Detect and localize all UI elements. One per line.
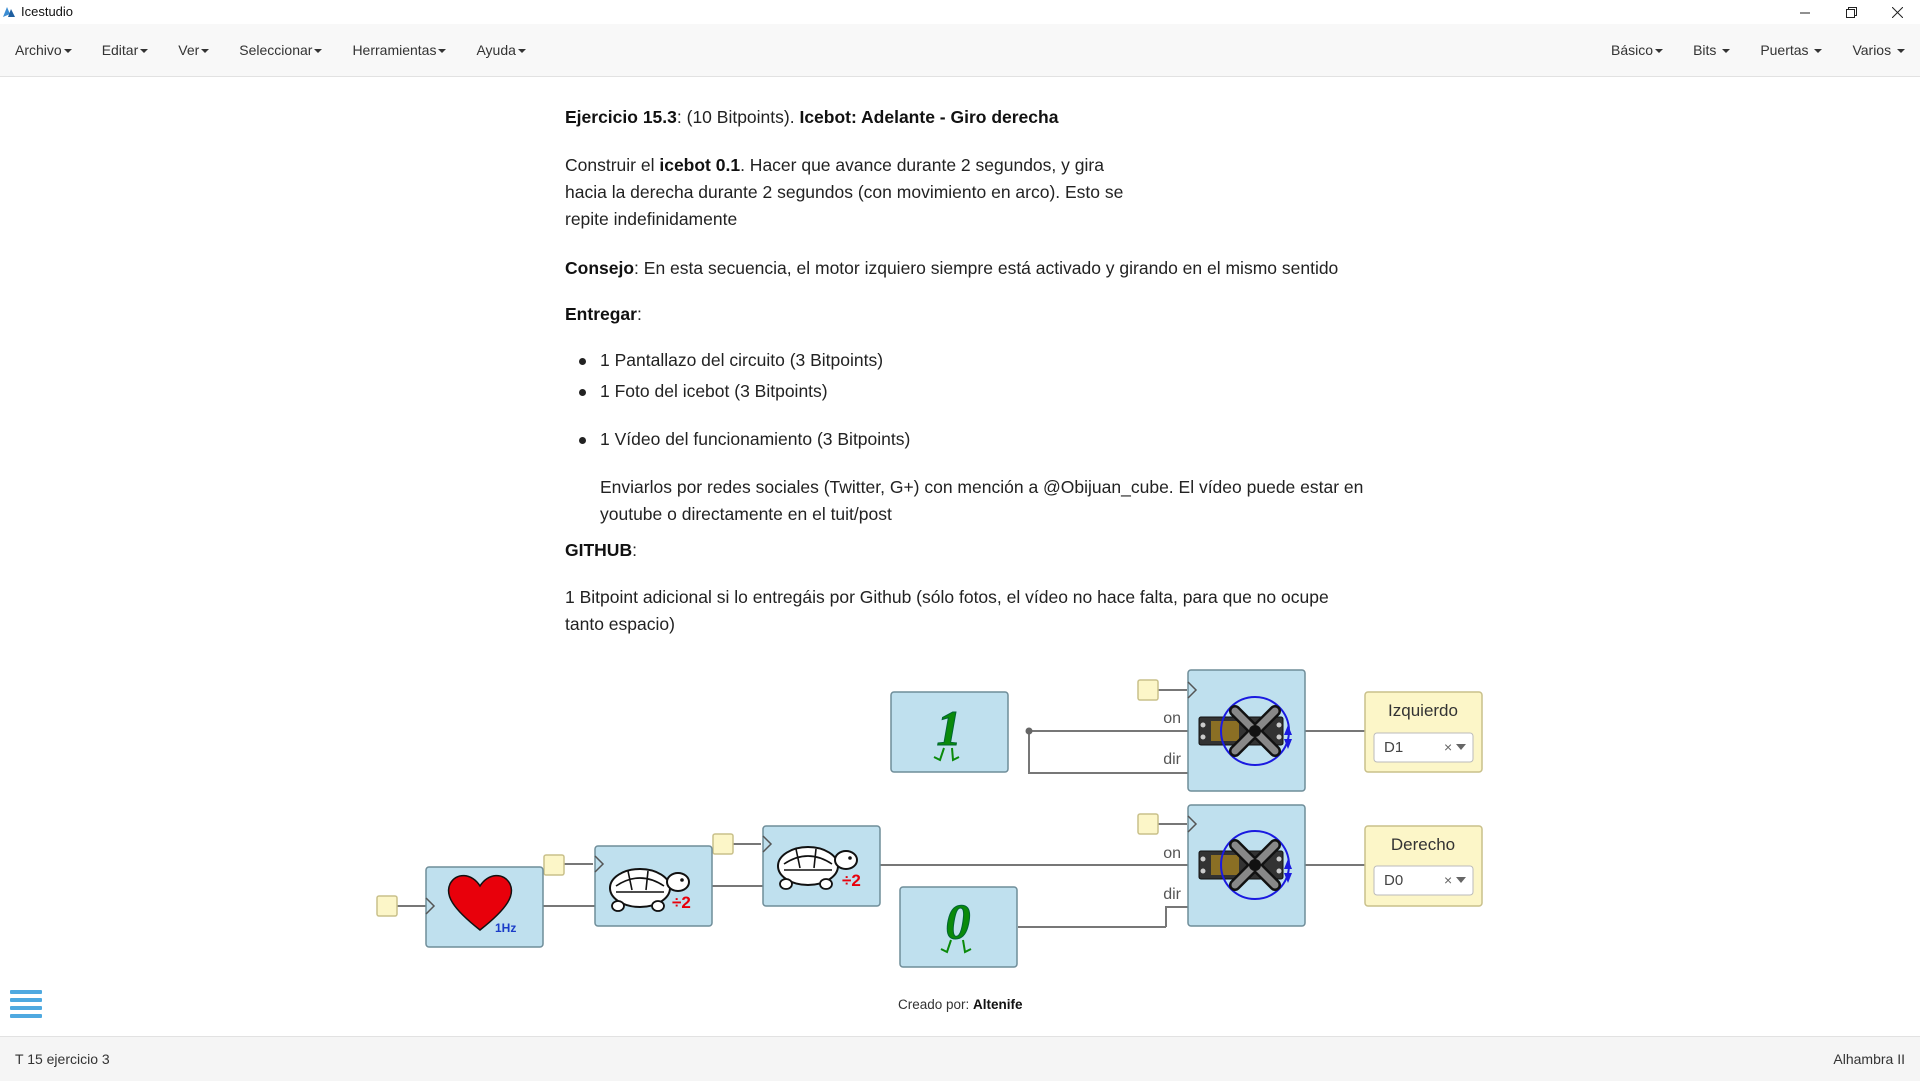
board-name[interactable]: Alhambra II — [1833, 1051, 1905, 1067]
clock-input-divider-2[interactable] — [712, 833, 734, 855]
menu-editar[interactable]: Editar — [87, 24, 164, 76]
clear-icon[interactable]: × — [1444, 872, 1452, 888]
divider-block-1[interactable]: ÷2 — [594, 845, 713, 927]
menu-bar: Archivo Editar Ver Seleccionar Herramien… — [0, 24, 1920, 77]
circuit-canvas[interactable]: 1Hz ÷2 ÷2 1 0 on dir on dir Izquierdo D1… — [0, 660, 1920, 1000]
caret-down-icon — [517, 49, 526, 54]
divider-label: ÷2 — [672, 893, 691, 912]
tip-paragraph: Consejo: En esta secuencia, el motor izq… — [565, 258, 1339, 278]
status-bar: T 15 ejercicio 3 Alhambra II — [0, 1036, 1920, 1081]
menu-archivo[interactable]: Archivo — [0, 24, 87, 76]
github-heading: GITHUB: — [565, 540, 637, 560]
constant-zero-block[interactable]: 0 — [899, 886, 1018, 968]
list-item: 1 Foto del icebot (3 Bitpoints) — [579, 378, 828, 405]
menu-herramientas[interactable]: Herramientas — [337, 24, 461, 76]
caret-down-icon — [201, 49, 210, 54]
divider-label: ÷2 — [842, 871, 861, 890]
output-name: Derecho — [1391, 835, 1455, 854]
github-paragraph: 1 Bitpoint adicional si lo entregáis por… — [565, 587, 1329, 634]
caret-down-icon — [1655, 49, 1664, 54]
list-item: 1 Vídeo del funcionamiento (3 Bitpoints) — [578, 426, 910, 453]
title-bar: Icestudio — [0, 0, 1920, 24]
clock-input-servo-right[interactable] — [1137, 813, 1159, 835]
heartbeat-block[interactable]: 1Hz — [425, 866, 544, 948]
exercise-heading: Ejercicio 15.3: (10 Bitpoints). Icebot: … — [565, 107, 1059, 127]
minimize-button[interactable] — [1782, 0, 1828, 24]
clock-input-divider-1[interactable] — [543, 854, 565, 876]
caret-down-icon — [1897, 49, 1905, 54]
menu-ayuda[interactable]: Ayuda — [461, 24, 540, 76]
menu-ver[interactable]: Ver — [163, 24, 224, 76]
menu-puertas[interactable]: Puertas — [1745, 24, 1837, 76]
main-menu: Archivo Editar Ver Seleccionar Herramien… — [0, 24, 541, 76]
port-label-dir: dir — [1163, 751, 1181, 768]
divider-block-2[interactable]: ÷2 — [762, 825, 881, 907]
port-label-on: on — [1163, 710, 1181, 727]
constant-value: 0 — [946, 893, 971, 949]
caret-down-icon — [1722, 49, 1731, 54]
menu-bits[interactable]: Bits — [1678, 24, 1745, 76]
close-button[interactable] — [1874, 0, 1920, 24]
port-label-on: on — [1163, 845, 1181, 862]
minimize-icon — [1799, 12, 1810, 13]
output-block-right[interactable]: Derecho D0 × — [1364, 825, 1483, 907]
pin-select[interactable]: D0 × — [1373, 865, 1474, 896]
pin-select[interactable]: D1 × — [1373, 732, 1474, 763]
heart-frequency-label: 1Hz — [495, 921, 516, 935]
credit-line: Creado por: Altenife — [898, 997, 1023, 1012]
caret-down-icon — [1814, 49, 1823, 54]
menu-seleccionar[interactable]: Seleccionar — [224, 24, 337, 76]
list-item: 1 Pantallazo del circuito (3 Bitpoints) — [578, 347, 883, 374]
hamburger-menu-icon[interactable] — [10, 990, 42, 1022]
constant-one-block[interactable]: 1 — [890, 691, 1009, 773]
send-paragraph: Enviarlos por redes sociales (Twitter, G… — [600, 477, 1364, 524]
output-name: Izquierdo — [1388, 701, 1458, 720]
wire-junction — [1025, 727, 1033, 735]
restore-button[interactable] — [1828, 0, 1874, 24]
pin-value: D1 — [1384, 739, 1403, 756]
output-block-left[interactable]: Izquierdo D1 × — [1364, 691, 1483, 773]
pin-value: D0 — [1384, 872, 1403, 889]
collections-menu: Básico Bits Puertas Varios — [1596, 24, 1920, 76]
window-controls — [1782, 0, 1920, 24]
menu-varios[interactable]: Varios — [1837, 24, 1920, 76]
caret-down-icon — [140, 49, 149, 54]
menu-basico[interactable]: Básico — [1596, 24, 1678, 76]
clear-icon[interactable]: × — [1444, 739, 1452, 755]
build-paragraph: Construir el icebot 0.1. Hacer que avanc… — [565, 155, 1124, 229]
icestudio-logo-icon — [3, 7, 15, 17]
clock-input-servo-left[interactable] — [1137, 679, 1159, 701]
restore-icon — [1845, 6, 1857, 18]
caret-down-icon — [63, 49, 72, 54]
port-label-dir: dir — [1163, 886, 1181, 903]
clock-input-heart[interactable] — [376, 895, 398, 917]
close-icon — [1891, 6, 1903, 18]
project-name: T 15 ejercicio 3 — [15, 1051, 110, 1067]
constant-value: 1 — [937, 700, 962, 756]
caret-down-icon — [314, 49, 323, 54]
deliver-heading: Entregar: — [565, 304, 642, 324]
window-title: Icestudio — [21, 4, 74, 19]
caret-down-icon — [438, 49, 447, 54]
